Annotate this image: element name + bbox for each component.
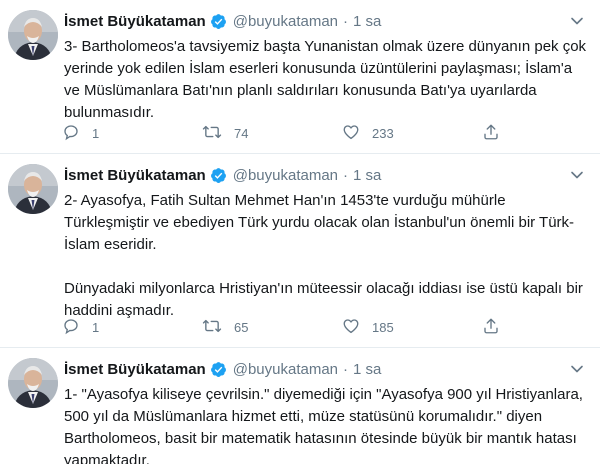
separator-dot: · [343, 12, 349, 30]
avatar[interactable] [8, 164, 58, 214]
heart-icon [342, 317, 360, 338]
like-button[interactable]: 185 [342, 317, 482, 338]
reply-count: 1 [92, 125, 100, 141]
timestamp[interactable]: 1 sa [353, 361, 381, 378]
author-handle[interactable]: @buyukataman [233, 361, 338, 378]
tweet[interactable]: İsmet Büyükataman @buyukataman · 1 sa 2-… [0, 154, 600, 348]
author-name[interactable]: İsmet Büyükataman [64, 361, 206, 378]
timestamp[interactable]: 1 sa [353, 167, 381, 184]
like-count: 233 [372, 125, 394, 141]
tweet-text: 3- Bartholomeos'a tavsiyemiz başta Yunan… [64, 36, 592, 124]
tweet-text: 1- "Ayasofya kiliseye çevrilsin." diyeme… [64, 384, 592, 464]
retweet-icon [202, 317, 222, 338]
separator-dot: · [343, 166, 349, 184]
reply-icon [62, 123, 80, 144]
separator-dot: · [343, 360, 349, 378]
tweet-text: 2- Ayasofya, Fatih Sultan Mehmet Han'ın … [64, 190, 592, 322]
tweet-feed: İsmet Büyükataman @buyukataman · 1 sa 3-… [0, 0, 600, 464]
avatar[interactable] [8, 10, 58, 60]
share-button[interactable] [482, 123, 502, 144]
reply-button[interactable]: 1 [62, 317, 202, 338]
like-button[interactable]: 233 [342, 123, 482, 144]
timestamp[interactable]: 1 sa [353, 13, 381, 30]
tweet-actions: 1 74 233 [62, 122, 532, 144]
tweet-actions: 1 65 185 [62, 316, 532, 338]
author-handle[interactable]: @buyukataman [233, 167, 338, 184]
author-name[interactable]: İsmet Büyükataman [64, 167, 206, 184]
like-count: 185 [372, 319, 394, 335]
tweet-header: İsmet Büyükataman @buyukataman · 1 sa [64, 11, 381, 31]
tweet[interactable]: İsmet Büyükataman @buyukataman · 1 sa 1-… [0, 348, 600, 464]
avatar[interactable] [8, 358, 58, 408]
verified-badge-icon [210, 167, 227, 184]
verified-badge-icon [210, 361, 227, 378]
tweet-header: İsmet Büyükataman @buyukataman · 1 sa [64, 359, 381, 379]
tweet[interactable]: İsmet Büyükataman @buyukataman · 1 sa 3-… [0, 0, 600, 154]
tweet-paragraph: 2- Ayasofya, Fatih Sultan Mehmet Han'ın … [64, 192, 575, 253]
chevron-down-icon[interactable] [568, 12, 586, 30]
verified-badge-icon [210, 13, 227, 30]
retweet-icon [202, 123, 222, 144]
heart-icon [342, 123, 360, 144]
share-icon [482, 123, 500, 144]
reply-icon [62, 317, 80, 338]
retweet-button[interactable]: 74 [202, 123, 342, 144]
tweet-paragraph: 3- Bartholomeos'a tavsiyemiz başta Yunan… [64, 38, 587, 121]
author-name[interactable]: İsmet Büyükataman [64, 13, 206, 30]
chevron-down-icon[interactable] [568, 166, 586, 184]
retweet-count: 74 [234, 125, 249, 141]
reply-count: 1 [92, 319, 100, 335]
share-button[interactable] [482, 317, 502, 338]
author-handle[interactable]: @buyukataman [233, 13, 338, 30]
reply-button[interactable]: 1 [62, 123, 202, 144]
retweet-button[interactable]: 65 [202, 317, 342, 338]
chevron-down-icon[interactable] [568, 360, 586, 378]
tweet-paragraph: 1- "Ayasofya kiliseye çevrilsin." diyeme… [64, 386, 583, 464]
share-icon [482, 317, 500, 338]
retweet-count: 65 [234, 319, 249, 335]
tweet-header: İsmet Büyükataman @buyukataman · 1 sa [64, 165, 381, 185]
